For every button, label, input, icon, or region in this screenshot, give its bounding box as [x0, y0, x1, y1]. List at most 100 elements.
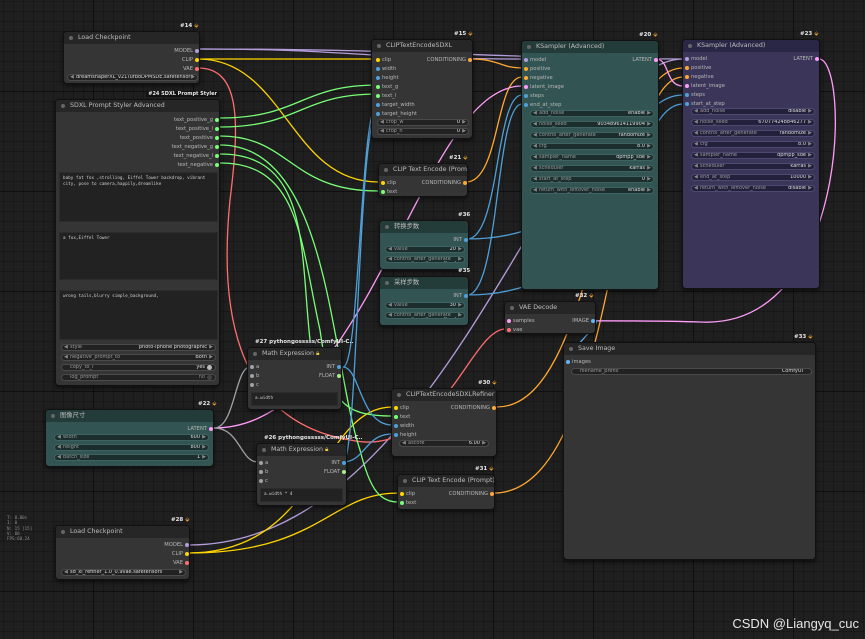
- arrow-right-icon[interactable]: ▶: [808, 142, 812, 147]
- slot-dot[interactable]: [394, 415, 398, 419]
- arrow-left-icon[interactable]: ◀: [533, 122, 537, 127]
- node-math-expression-27[interactable]: #27 pythongosssss/ComfyUI-C.. Math Expre…: [247, 339, 354, 410]
- ckpt-name-select[interactable]: ◀ dreamshaperXL_v21TurboDPMSDE.safetensor…: [67, 74, 198, 81]
- slot-dot[interactable]: [815, 57, 819, 61]
- slot-dot[interactable]: [524, 76, 528, 80]
- input-c[interactable]: c: [259, 478, 268, 484]
- arrow-right-icon[interactable]: ▶: [462, 129, 466, 134]
- expression-textarea[interactable]: a.width: [251, 392, 338, 406]
- arrow-right-icon[interactable]: ▶: [647, 111, 651, 116]
- arrow-left-icon[interactable]: ◀: [57, 455, 61, 460]
- input-width[interactable]: width: [394, 423, 414, 429]
- slot-dot[interactable]: [524, 103, 528, 107]
- input-model[interactable]: model: [524, 57, 546, 63]
- input-images[interactable]: images: [566, 359, 591, 365]
- style-select[interactable]: ◀ style photo-iphone photographic ▶: [61, 344, 216, 351]
- slot-dot[interactable]: [524, 85, 528, 89]
- node-title[interactable]: 转换步数: [380, 221, 468, 233]
- output-float[interactable]: FLOAT: [324, 469, 346, 475]
- slot-dot[interactable]: [195, 58, 199, 62]
- arrow-right-icon[interactable]: ▶: [808, 120, 812, 125]
- node-sampling-steps-35[interactable]: #35 采样步数 INT ◀ value 30 ▶ ◀ control_after_ge…: [379, 268, 470, 326]
- control-after-generate-select[interactable]: ◀ control_after_generate randomize ▶: [691, 130, 815, 137]
- output-text-positive-l[interactable]: text_positive_l: [176, 126, 219, 132]
- input-samples[interactable]: samples: [507, 318, 535, 324]
- input-target-height[interactable]: target_height: [376, 111, 417, 117]
- node-image-size-22[interactable]: #22 ⬙ 图像尺寸 LATENT ◀ width 600 ▶ ◀ height 800 ▶ …: [45, 401, 217, 467]
- arrow-left-icon[interactable]: ◀: [533, 155, 537, 160]
- slot-dot[interactable]: [492, 406, 496, 410]
- slot-dot[interactable]: [259, 461, 263, 465]
- slot-dot[interactable]: [394, 433, 398, 437]
- arrow-right-icon[interactable]: ▶: [202, 445, 206, 450]
- input-clip[interactable]: clip: [381, 180, 396, 186]
- arrow-left-icon[interactable]: ◀: [533, 133, 537, 138]
- slot-dot[interactable]: [685, 66, 689, 70]
- node-title[interactable]: SDXL Prompt Styler Advanced: [56, 100, 219, 112]
- slot-dot[interactable]: [337, 365, 341, 369]
- arrow-left-icon[interactable]: ◀: [64, 570, 68, 575]
- control-after-generate-select[interactable]: ◀ control_after_generate randomize ▶: [530, 132, 654, 139]
- input-vae[interactable]: vae: [507, 327, 522, 333]
- prompt-textarea-positive[interactable]: baby fat fox ,strolling, Eiffel Tower ba…: [59, 172, 218, 222]
- slot-dot[interactable]: [468, 58, 472, 62]
- node-title[interactable]: Load Checkpoint: [64, 32, 199, 44]
- arrow-right-icon[interactable]: ▶: [808, 175, 812, 180]
- slot-dot[interactable]: [464, 294, 468, 298]
- slot-dot[interactable]: [259, 479, 263, 483]
- return-with-leftover-noise-select[interactable]: ◀ return_with_leftover_noise enable ▶: [530, 187, 654, 194]
- height-number[interactable]: ◀ height 800 ▶: [54, 444, 209, 451]
- input-b[interactable]: b: [250, 373, 259, 379]
- slot-dot[interactable]: [259, 470, 263, 474]
- arrow-left-icon[interactable]: ◀: [380, 120, 384, 125]
- input-start-at-step[interactable]: start_at_step: [685, 101, 725, 107]
- arrow-right-icon[interactable]: ▶: [647, 133, 651, 138]
- output-int[interactable]: INT: [331, 460, 346, 466]
- input-positive[interactable]: positive: [685, 65, 711, 71]
- add-noise-select[interactable]: ◀ add_noise disable ▶: [691, 108, 815, 115]
- slot-dot[interactable]: [400, 501, 404, 505]
- crop-w-number[interactable]: ◀ crop_w 0 ▶: [377, 119, 469, 126]
- slot-dot[interactable]: [524, 58, 528, 62]
- batch-size-number[interactable]: ◀ batch_size 1 ▶: [54, 454, 209, 461]
- arrow-left-icon[interactable]: ◀: [694, 153, 698, 158]
- arrow-left-icon[interactable]: ◀: [533, 111, 537, 116]
- node-title[interactable]: 采样步数: [380, 277, 468, 289]
- arrow-right-icon[interactable]: ▶: [647, 122, 651, 127]
- arrow-left-icon[interactable]: ◀: [380, 129, 384, 134]
- arrow-left-icon[interactable]: ◀: [694, 109, 698, 114]
- prompt-textarea-negative[interactable]: wrong tails,blurry simple_background,: [59, 290, 218, 340]
- node-switch-steps-36[interactable]: #36 转换步数 INT ◀ value 20 ▶ ◀ control_after_ge…: [379, 212, 470, 270]
- node-title[interactable]: CLIPTextEncodeSDXLRefiner: [392, 389, 496, 401]
- arrow-right-icon[interactable]: ▶: [209, 355, 213, 360]
- output-vae[interactable]: VAE: [183, 66, 199, 72]
- scheduler-select[interactable]: ◀ scheduler karras ▶: [530, 165, 654, 172]
- arrow-right-icon[interactable]: ▶: [647, 155, 651, 160]
- toggle-off-icon[interactable]: [207, 375, 212, 380]
- node-clip-text-encode-sdxl-15[interactable]: #15 ⬙ CLIPTextEncodeSDXL clip width heigh…: [371, 31, 473, 139]
- slot-dot[interactable]: [507, 319, 511, 323]
- input-steps[interactable]: steps: [524, 93, 544, 99]
- arrow-left-icon[interactable]: ◀: [694, 175, 698, 180]
- slot-dot[interactable]: [215, 163, 219, 167]
- arrow-right-icon[interactable]: ▶: [458, 303, 462, 308]
- slot-dot[interactable]: [685, 93, 689, 97]
- graph-canvas[interactable]: Load Checkpoint #14 ⬙ MODEL CLIP VAE ◀ dre…: [0, 0, 865, 639]
- cfg-number[interactable]: ◀ cfg 8.0 ▶: [691, 141, 815, 148]
- slot-dot[interactable]: [507, 328, 511, 332]
- log-prompt-toggle[interactable]: log_prompt no: [61, 374, 216, 381]
- slot-dot[interactable]: [394, 406, 398, 410]
- arrow-right-icon[interactable]: ▶: [458, 257, 462, 262]
- slot-dot[interactable]: [464, 238, 468, 242]
- end-at-step-number[interactable]: ◀ end_at_step 10000 ▶: [691, 174, 815, 181]
- arrow-left-icon[interactable]: ◀: [388, 303, 392, 308]
- input-height[interactable]: height: [376, 75, 399, 81]
- slot-dot[interactable]: [342, 461, 346, 465]
- arrow-right-icon[interactable]: ▶: [209, 345, 213, 350]
- node-title[interactable]: Load Checkpoint: [56, 526, 189, 538]
- slot-dot[interactable]: [591, 319, 595, 323]
- node-load-checkpoint-28[interactable]: #28 ⬙ Load Checkpoint MODEL CLIP VAE ◀ sd_…: [55, 517, 190, 580]
- input-target-width[interactable]: target_width: [376, 102, 415, 108]
- noise-seed-number[interactable]: ◀ noise_seed 903489614119904 ▶: [530, 121, 654, 128]
- sampler-name-select[interactable]: ◀ sampler_name dpmpp_sde ▶: [691, 152, 815, 159]
